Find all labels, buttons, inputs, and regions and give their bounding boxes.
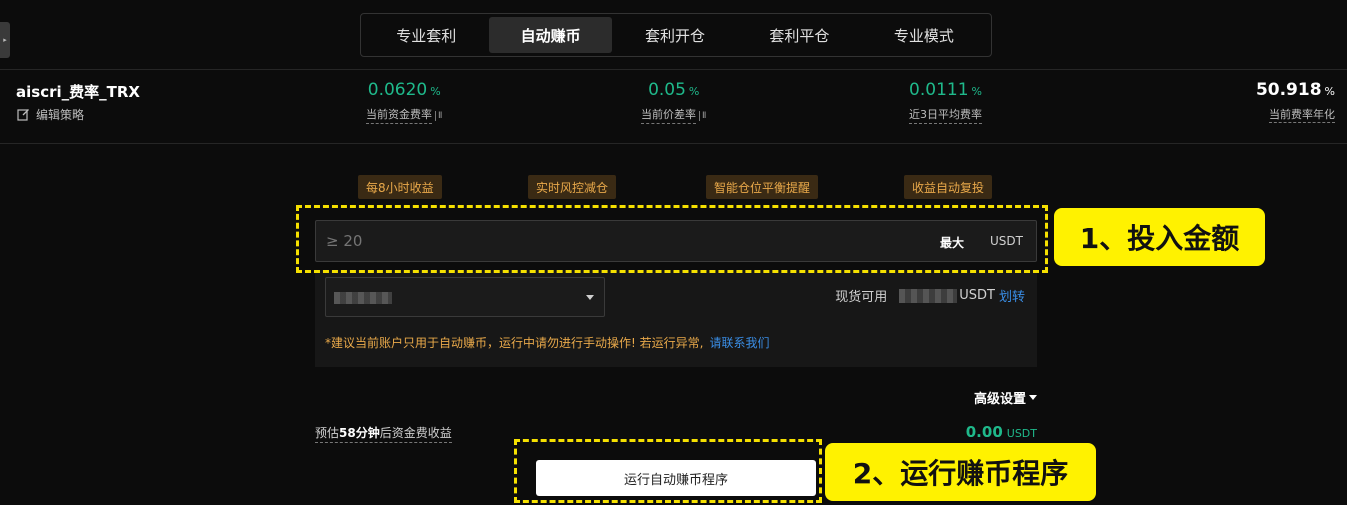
chevron-down-icon [586, 295, 594, 300]
stat-avg-3day: 0.0111% 近3日平均费率 [909, 80, 982, 124]
chart-icon[interactable]: Ⅱ [699, 111, 707, 121]
tab-pro-arbitrage[interactable]: 专业套利 [365, 17, 487, 53]
stat-current-funding: 0.0620% 当前资金费率 Ⅱ [366, 80, 443, 124]
amount-input[interactable] [326, 221, 886, 261]
feature-tag: 收益自动复投 [904, 175, 993, 199]
stat-value: 50.918 [1255, 80, 1322, 100]
account-panel: 现货可用 USDT 划转 *建议当前账户只用于自动赚币，运行中请勿进行手动操作!… [315, 270, 1037, 367]
transfer-link[interactable]: 划转 [999, 286, 1025, 305]
chart-icon[interactable]: Ⅱ [435, 111, 443, 121]
estimate-number: 0.00 [965, 423, 1003, 441]
stat-unit: % [430, 85, 441, 98]
advanced-settings-toggle[interactable]: 高级设置 [974, 388, 1037, 407]
run-auto-earn-button[interactable]: 运行自动赚币程序 [536, 460, 816, 496]
amount-currency: USDT [990, 234, 1023, 248]
feature-tag: 实时风控减仓 [528, 175, 617, 199]
annotation-step1: 1、投入金额 [1054, 208, 1265, 266]
advanced-settings-label: 高级设置 [973, 392, 1026, 407]
available-currency: USDT [959, 288, 995, 303]
redacted-account [334, 292, 392, 304]
redacted-balance [899, 288, 958, 303]
estimate-value: 0.00 USDT [966, 422, 1037, 441]
available-balance: 现货可用 USDT 划转 [835, 286, 1025, 305]
stat-label: 近3日平均费率 [909, 106, 982, 124]
estimate-minutes: 58分钟 [339, 426, 380, 440]
top-bar: 专业套利 自动赚币 套利开仓 套利平仓 专业模式 [0, 0, 1347, 70]
stat-unit: % [1324, 85, 1335, 98]
tab-auto-earn[interactable]: 自动赚币 [489, 17, 612, 53]
stat-current-spread: 0.05% 当前价差率 Ⅱ [641, 80, 707, 124]
account-select[interactable] [325, 277, 605, 317]
mode-tabs: 专业套利 自动赚币 套利开仓 套利平仓 专业模式 [360, 13, 992, 57]
tab-pro-mode[interactable]: 专业模式 [863, 17, 985, 53]
edit-icon [17, 109, 29, 121]
amount-input-box: 最大 USDT [315, 220, 1037, 262]
max-button[interactable]: 最大 [940, 234, 964, 251]
feature-tag: 智能仓位平衡提醒 [706, 175, 819, 199]
edit-strategy-button[interactable]: 编辑策略 [17, 106, 84, 123]
estimate-suffix: 后资金费收益 [379, 426, 452, 440]
feature-tag: 每8小时收益 [358, 175, 442, 199]
tab-arbitrage-open[interactable]: 套利开仓 [614, 17, 736, 53]
usage-notice: *建议当前账户只用于自动赚币，运行中请勿进行手动操作! 若运行异常, 请联系我们 [325, 334, 769, 351]
stat-value: 0.0111 [909, 80, 969, 100]
stat-annualized: 50.918% 当前费率年化 [1256, 80, 1335, 123]
available-label: 现货可用 [835, 290, 888, 305]
annotation-step2: 2、运行赚币程序 [825, 443, 1096, 501]
strategy-name: aiscri_费率_TRX [16, 83, 140, 101]
stat-label: 当前费率年化 [1269, 108, 1335, 123]
strategy-stats: aiscri_费率_TRX 编辑策略 0.0620% 当前资金费率 Ⅱ 0.05%… [0, 70, 1347, 144]
estimate-prefix: 预估 [315, 426, 340, 440]
stat-unit: % [688, 85, 700, 98]
stat-label: 当前资金费率 [366, 106, 432, 124]
tab-arbitrage-close[interactable]: 套利平仓 [738, 17, 860, 53]
stat-value: 0.0620 [367, 80, 428, 100]
stat-label: 当前价差率 [641, 106, 696, 124]
stat-unit: % [971, 85, 982, 98]
notice-text: *建议当前账户只用于自动赚币，运行中请勿进行手动操作! 若运行异常, [325, 336, 704, 350]
estimate-label: 预估58分钟后资金费收益 [315, 424, 452, 443]
contact-us-link[interactable]: 请联系我们 [709, 336, 769, 350]
caret-down-icon [1029, 395, 1037, 400]
stat-value: 0.05 [648, 80, 686, 100]
edit-strategy-label: 编辑策略 [36, 108, 85, 122]
estimate-unit: USDT [1006, 427, 1037, 440]
